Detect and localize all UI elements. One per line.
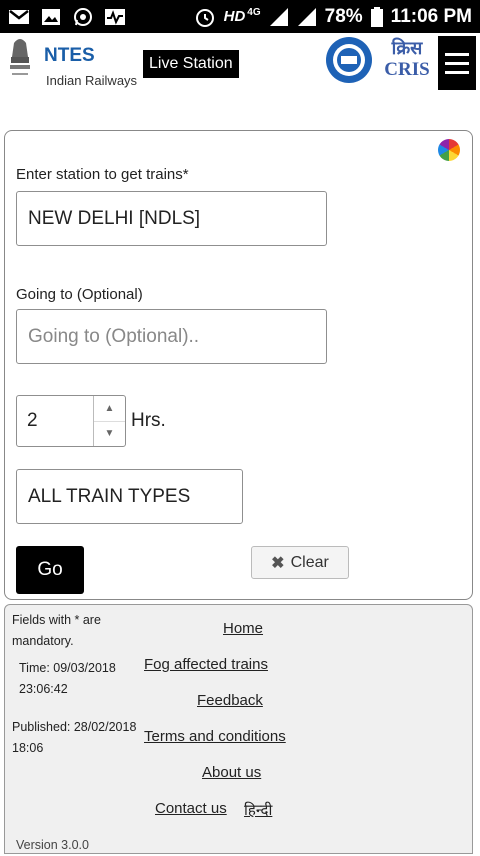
clear-button-label: Clear	[290, 553, 329, 571]
mandatory-note: Fields with * are mandatory.	[12, 613, 101, 648]
app-header: NTES Indian Railways Live Station क्रिस …	[0, 33, 480, 93]
decrement-icon[interactable]: ▼	[94, 420, 125, 447]
close-icon: ✖	[271, 554, 285, 572]
go-button[interactable]: Go	[16, 546, 84, 594]
version-label: Version 3.0.0	[16, 838, 89, 852]
time-label: Time: 09/03/2018 23:06:42	[19, 661, 116, 696]
brand-title: NTES	[44, 45, 95, 66]
train-type-select[interactable]: ALL TRAIN TYPES	[16, 469, 243, 524]
menu-bar	[445, 52, 469, 56]
feedback-link[interactable]: Feedback	[197, 692, 263, 709]
alarm-icon	[195, 8, 214, 27]
about-link[interactable]: About us	[202, 764, 261, 781]
status-bar: HD 4G 78% 11:06 PM	[0, 0, 480, 33]
station-label: Enter station to get trains*	[16, 166, 189, 183]
hindi-link[interactable]: हिन्दी	[244, 800, 272, 820]
hours-stepper[interactable]: 2 ▲ ▼	[16, 395, 126, 447]
increment-icon[interactable]: ▲	[94, 396, 125, 421]
hours-unit-label: Hrs.	[131, 410, 166, 431]
whatsapp-icon	[74, 7, 92, 26]
going-to-input[interactable]: Going to (Optional)..	[16, 309, 327, 364]
theme-color-icon[interactable]	[438, 139, 460, 161]
signal-icon	[297, 7, 316, 26]
fog-trains-link[interactable]: Fog affected trains	[144, 656, 268, 673]
cris-logo-devanagari: क्रिस	[391, 38, 423, 59]
battery-icon	[370, 6, 383, 27]
battery-percent: 78%	[324, 5, 363, 27]
going-to-label: Going to (Optional)	[16, 286, 143, 303]
signal-icon	[269, 7, 288, 26]
home-link[interactable]: Home	[223, 620, 263, 637]
hamburger-menu-button[interactable]	[438, 36, 476, 90]
search-form-panel: Enter station to get trains* NEW DELHI […	[4, 130, 473, 600]
gallery-icon	[42, 8, 60, 25]
published-label: Published: 28/02/2018 18:06	[12, 720, 137, 755]
station-input[interactable]: NEW DELHI [NDLS]	[16, 191, 327, 246]
signal-type-label: 4G	[247, 7, 261, 18]
network-label: HD	[223, 8, 246, 25]
cris-logo-text: CRIS	[384, 59, 430, 80]
national-emblem-icon	[10, 39, 30, 75]
hours-value[interactable]: 2	[17, 396, 93, 446]
clear-button[interactable]: ✖ Clear	[251, 546, 349, 579]
menu-bar	[445, 70, 469, 74]
activity-icon	[105, 8, 125, 25]
menu-bar	[445, 61, 469, 65]
terms-link[interactable]: Terms and conditions	[144, 728, 286, 745]
clock: 11:06 PM	[390, 5, 472, 27]
brand-subtitle: Indian Railways	[46, 73, 138, 88]
live-station-button[interactable]: Live Station	[143, 50, 239, 78]
indian-railways-logo-icon	[326, 37, 372, 83]
cris-logo: क्रिस CRIS	[380, 39, 434, 85]
gmail-icon	[9, 9, 29, 24]
footer-panel: Fields with * are mandatory. Time: 09/03…	[4, 604, 473, 854]
contact-link[interactable]: Contact us	[155, 800, 227, 817]
